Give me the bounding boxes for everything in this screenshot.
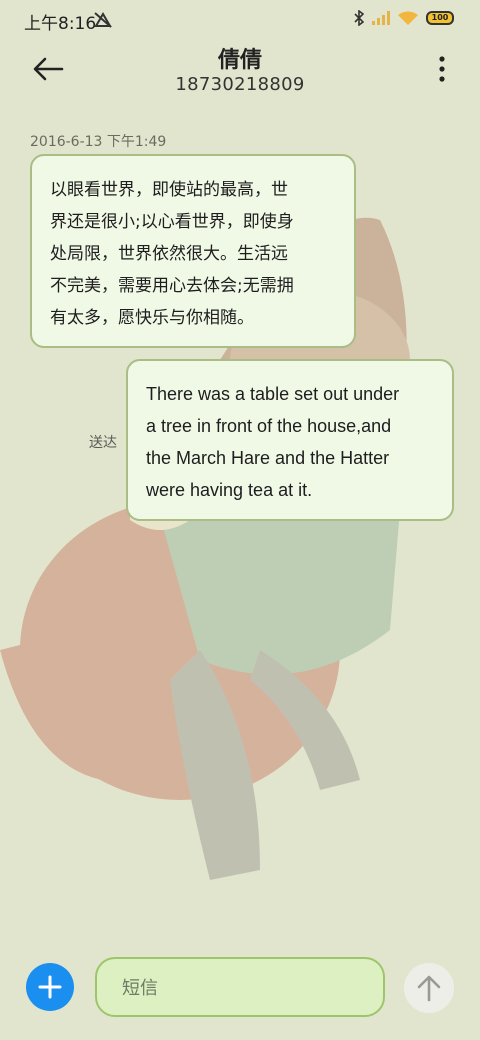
delivery-status: 送达 — [89, 435, 117, 451]
status-bar: 上午8:16 100 — [0, 0, 480, 40]
contact-name: 倩倩 — [217, 48, 262, 73]
message-text: There was a table set out under a tree i… — [146, 384, 400, 500]
send-button[interactable] — [404, 963, 454, 1013]
contact-number: 18730218809 — [175, 74, 305, 95]
status-time: 上午8:16 — [24, 14, 97, 34]
outgoing-message-bubble[interactable]: There was a table set out under a tree i… — [126, 359, 454, 521]
bluetooth-icon — [354, 10, 364, 26]
more-vertical-icon[interactable] — [438, 56, 446, 82]
status-icons: 100 — [354, 10, 454, 26]
message-text: 以眼看世界，即使站的最高，世 界还是很小;以心看世界，即使身 处局限，世界依然很… — [50, 180, 294, 328]
mute-icon — [94, 12, 112, 28]
message-input[interactable]: 短信 — [95, 957, 385, 1017]
conversation-header: 倩倩 18730218809 — [0, 40, 480, 112]
wifi-icon — [398, 11, 418, 25]
battery-icon: 100 — [426, 11, 454, 25]
signal-icon — [372, 11, 390, 25]
plus-icon — [38, 975, 62, 999]
message-timestamp: 2016-6-13 下午1:49 — [30, 134, 167, 150]
sms-conversation-screen: 上午8:16 100 倩倩 18730218809 2016-6-13 下午1:… — [0, 0, 480, 1040]
incoming-message-bubble[interactable]: 以眼看世界，即使站的最高，世 界还是很小;以心看世界，即使身 处局限，世界依然很… — [30, 154, 356, 348]
add-attachment-button[interactable] — [26, 963, 74, 1011]
arrow-up-icon — [417, 975, 441, 1002]
message-input-placeholder: 短信 — [122, 978, 158, 999]
